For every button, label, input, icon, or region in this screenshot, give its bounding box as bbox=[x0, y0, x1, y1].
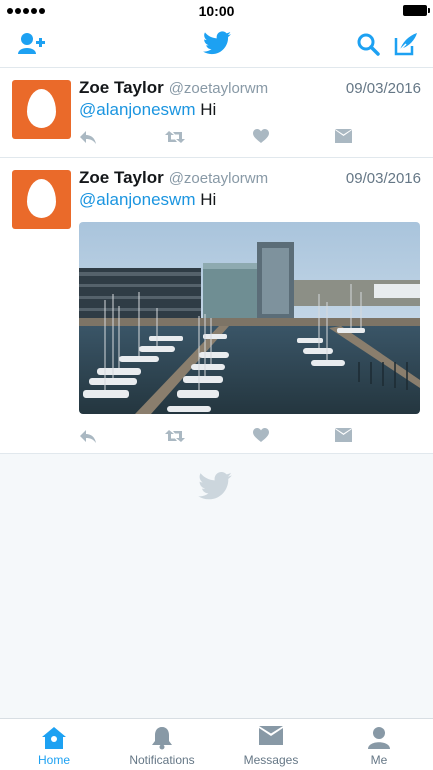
tweet[interactable]: Zoe Taylor @zoetaylorwm 09/03/2016 @alan… bbox=[0, 68, 433, 158]
compose-icon[interactable] bbox=[393, 31, 419, 62]
add-user-icon[interactable] bbox=[18, 32, 46, 61]
tab-label: Home bbox=[37, 753, 70, 767]
nav-bar bbox=[0, 22, 433, 68]
retweet-icon[interactable] bbox=[165, 428, 185, 449]
reply-icon[interactable] bbox=[79, 129, 97, 150]
tweet-author-handle[interactable]: @zoetaylorwm bbox=[169, 170, 268, 187]
envelope-icon bbox=[259, 726, 283, 751]
tweet-header: Zoe Taylor @zoetaylorwm 09/03/2016 bbox=[79, 78, 421, 98]
tab-bar: Home Notifications Messages Me bbox=[0, 718, 433, 770]
person-icon bbox=[368, 726, 390, 755]
tab-label: Notifications bbox=[129, 753, 195, 767]
tweet-author-name[interactable]: Zoe Taylor bbox=[79, 78, 164, 98]
tab-me[interactable]: Me bbox=[325, 719, 433, 770]
tweet-mention-link[interactable]: @alanjoneswm bbox=[79, 100, 195, 119]
tweet-date: 09/03/2016 bbox=[345, 80, 421, 97]
avatar[interactable] bbox=[12, 170, 71, 229]
bell-icon bbox=[151, 726, 173, 755]
tab-label: Messages bbox=[243, 753, 299, 767]
reply-icon[interactable] bbox=[79, 428, 97, 449]
timeline-end-bird-icon bbox=[198, 472, 232, 505]
tweet-mention-link[interactable]: @alanjoneswm bbox=[79, 190, 195, 209]
timeline: Zoe Taylor @zoetaylorwm 09/03/2016 @alan… bbox=[0, 68, 433, 454]
home-icon bbox=[41, 726, 67, 755]
tab-label: Me bbox=[370, 753, 388, 767]
retweet-icon[interactable] bbox=[165, 129, 185, 150]
battery-icon bbox=[403, 5, 430, 16]
tab-messages[interactable]: Messages bbox=[217, 719, 325, 770]
tweet-text: @alanjoneswm Hi bbox=[79, 100, 216, 120]
tweet-actions bbox=[79, 129, 419, 147]
tweet-body: Hi bbox=[200, 100, 217, 119]
status-time: 10:00 bbox=[198, 3, 235, 19]
direct-message-icon[interactable] bbox=[335, 129, 352, 149]
tab-home[interactable]: Home bbox=[0, 719, 108, 770]
status-bar: 10:00 bbox=[0, 0, 433, 22]
tweet-actions bbox=[79, 428, 419, 446]
search-icon[interactable] bbox=[356, 32, 380, 61]
tweet-header: Zoe Taylor @zoetaylorwm 09/03/2016 bbox=[79, 168, 421, 188]
tweet-body: Hi bbox=[200, 190, 217, 209]
avatar[interactable] bbox=[12, 80, 71, 139]
twitter-bird-icon[interactable] bbox=[203, 31, 231, 60]
like-icon[interactable] bbox=[253, 428, 269, 448]
tweet-media-photo[interactable] bbox=[79, 222, 420, 414]
direct-message-icon[interactable] bbox=[335, 428, 352, 448]
tweet-author-handle[interactable]: @zoetaylorwm bbox=[169, 80, 268, 97]
tweet-date: 09/03/2016 bbox=[345, 170, 421, 187]
tweet-text: @alanjoneswm Hi bbox=[79, 190, 216, 210]
like-icon[interactable] bbox=[253, 129, 269, 149]
tweet-author-name[interactable]: Zoe Taylor bbox=[79, 168, 164, 188]
tweet[interactable]: Zoe Taylor @zoetaylorwm 09/03/2016 @alan… bbox=[0, 158, 433, 454]
tab-notifications[interactable]: Notifications bbox=[108, 719, 216, 770]
